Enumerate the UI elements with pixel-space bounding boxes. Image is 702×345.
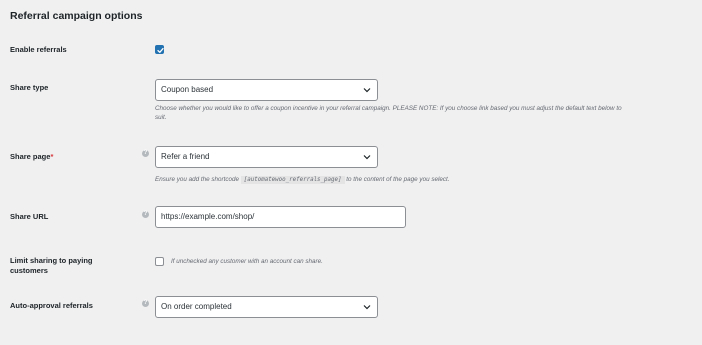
help-icon[interactable]: ? [142, 300, 149, 307]
enable-referrals-label: Enable referrals [10, 45, 67, 54]
chevron-down-icon [363, 155, 371, 160]
share-type-label: Share type [10, 83, 49, 92]
share-url-input[interactable]: https://example.com/shop/ [155, 206, 406, 228]
auto-approval-label: Auto-approval referrals [10, 301, 93, 310]
help-icon[interactable]: ? [142, 150, 149, 157]
required-mark: * [50, 152, 54, 161]
share-type-value: Coupon based [161, 85, 214, 94]
auto-approval-value: On order completed [161, 302, 232, 311]
chevron-down-icon [363, 305, 371, 310]
limit-sharing-label: Limit sharing to paying customers [10, 256, 93, 275]
share-url-label: Share URL [10, 212, 49, 221]
share-page-value: Refer a friend [161, 152, 210, 161]
share-type-select[interactable]: Coupon based [155, 79, 378, 101]
share-type-description: Choose whether you would like to offer a… [155, 105, 622, 121]
chevron-down-icon [363, 88, 371, 93]
share-url-value: https://example.com/shop/ [161, 212, 255, 221]
share-page-description: Ensure you add the shortcode [automatewo… [155, 176, 450, 184]
shortcode: [automatewoo_referrals_page] [240, 176, 345, 184]
checkmark-icon [157, 47, 164, 53]
auto-approval-select[interactable]: On order completed [155, 296, 378, 318]
share-page-label: Share page* [10, 152, 54, 161]
share-page-select[interactable]: Refer a friend [155, 146, 378, 168]
limit-sharing-checkbox[interactable] [155, 257, 164, 266]
enable-referrals-checkbox[interactable] [155, 45, 164, 54]
section-title: Referral campaign options [10, 10, 143, 22]
help-icon[interactable]: ? [142, 211, 149, 218]
limit-sharing-description: If unchecked any customer with an accoun… [171, 258, 323, 265]
